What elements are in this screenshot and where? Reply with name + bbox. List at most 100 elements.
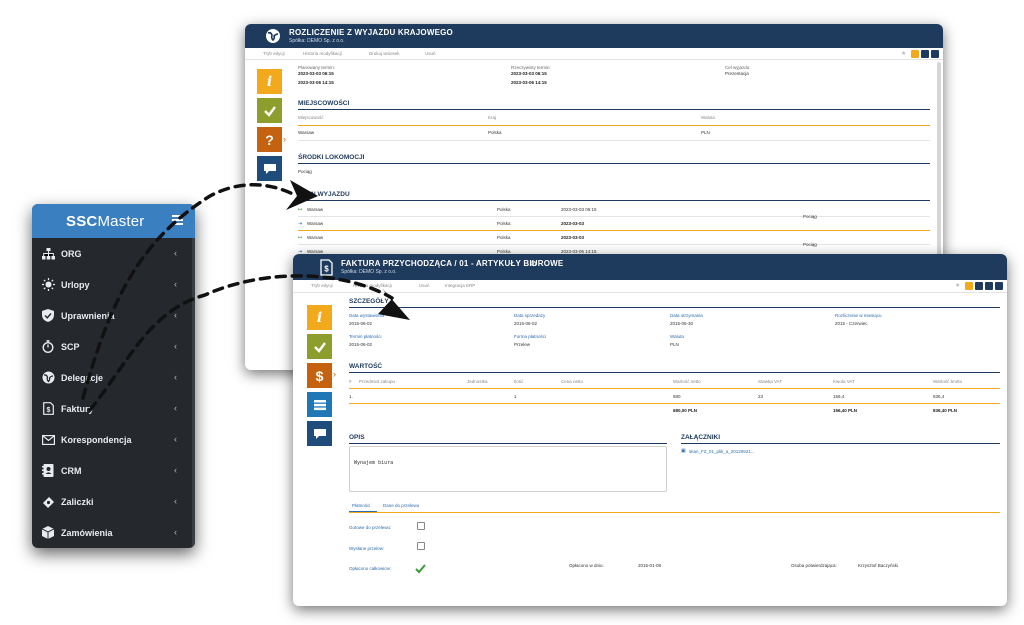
route-row-place: Warsaw — [307, 207, 324, 212]
question-tile[interactable]: ? — [257, 127, 282, 152]
transfer-sent-label: Wysłane przelew: — [349, 546, 385, 551]
print-icon[interactable] — [931, 50, 939, 58]
route-row-mode: Pociąg — [803, 242, 817, 247]
sidebar-item-label: SCP — [61, 341, 80, 352]
hamburger-menu-icon[interactable] — [172, 215, 183, 227]
star-icon[interactable]: ★ — [955, 282, 963, 290]
info-tile[interactable]: i — [307, 305, 332, 330]
tabs-line — [349, 512, 1000, 513]
route-row-date: 2023-03-03 — [561, 235, 585, 240]
trip-window-toolbar: Tryb edycji Historia modyfikacji Drukuj … — [245, 48, 943, 60]
route-row-country: Polska — [497, 235, 511, 240]
issue-date-value: 2015-06-02 — [349, 321, 373, 326]
planned-term-start: 2023-03-03 06:15 — [298, 71, 334, 76]
table-icon — [313, 399, 326, 410]
sidebar-item-label: Faktury — [61, 403, 94, 414]
list-icon[interactable] — [975, 282, 983, 290]
comments-tile[interactable] — [257, 156, 282, 181]
trip-toolbar-actions: ★ — [901, 50, 939, 58]
fully-paid-label: Opłacono całkowicie: — [349, 566, 392, 571]
info-tile[interactable]: i — [257, 69, 282, 94]
sidebar-item-zamowienia[interactable]: Zamówienia ‹ — [32, 517, 195, 548]
chevron-left-icon: ‹ — [174, 248, 177, 258]
route-start-icon: ↦ — [298, 207, 303, 213]
receive-date-label: Data otrzymania — [670, 313, 703, 318]
sidebar-item-scp[interactable]: SCP ‹ — [32, 331, 195, 362]
trip-window-company: Spółka: DEMO Sp. z o.o. — [289, 38, 345, 44]
places-divider — [298, 109, 930, 110]
erp-integration-button[interactable]: Integracja ERP — [445, 283, 475, 288]
sidebar-item-faktury[interactable]: $ Faktury ‹ — [32, 393, 195, 424]
sidebar-item-uprawnienia[interactable]: Uprawnienia ‹ — [32, 300, 195, 331]
edit-mode-button[interactable]: Tryb edycji — [263, 51, 285, 56]
trip-window-header: ROZLICZENIE Z WYJAZDU KRAJOWEGO Spółka: … — [245, 24, 943, 48]
approve-tile[interactable] — [257, 98, 282, 123]
tab-payments[interactable]: Płatności — [352, 503, 370, 508]
edit-mode-button[interactable]: Tryb edycji — [311, 283, 333, 288]
transfer-sent-checkbox[interactable] — [417, 542, 425, 550]
sidebar-item-label: Uprawnienia — [61, 310, 115, 321]
sidebar-item-delegacje[interactable]: Delegacje ‹ — [32, 362, 195, 393]
planned-term-label: Planowany termin: — [298, 65, 336, 70]
brand-header: SSCMaster — [32, 204, 195, 238]
sidebar-item-label: Zaliczki — [61, 496, 94, 507]
sidebar-item-label: ORG — [61, 248, 82, 259]
sale-date-label: Data sprzedaży — [514, 313, 546, 318]
sidebar-item-crm[interactable]: CRM ‹ — [32, 455, 195, 486]
layout-icon[interactable] — [911, 50, 919, 58]
sidebar-item-org[interactable]: ORG ‹ — [32, 238, 195, 269]
list-icon[interactable] — [921, 50, 929, 58]
sidebar-item-korespondencja[interactable]: Korespondencja ‹ — [32, 424, 195, 455]
check-icon[interactable] — [415, 561, 426, 579]
value-row-net-value: 680 — [673, 394, 681, 399]
receive-date-value: 2015-06-30 — [670, 321, 694, 326]
approve-tile[interactable] — [307, 334, 332, 359]
places-row-country: Polska — [488, 130, 502, 135]
currency-value: PLN — [670, 342, 679, 347]
invoice-window: $ FAKTURA PRZYCHODZĄCA / 01 - ARTYKUŁY B… — [293, 254, 1007, 606]
sidebar-scrollbar[interactable] — [192, 238, 195, 548]
chevron-left-icon: ‹ — [174, 403, 177, 413]
places-header-line — [298, 125, 930, 126]
history-button[interactable]: Historia modyfikacji — [303, 51, 342, 56]
comment-icon — [313, 428, 326, 439]
route-row-place: Warsaw — [307, 221, 324, 226]
brand-logo[interactable]: SSCMaster — [66, 213, 145, 230]
payment-due-label: Termin płatności — [349, 334, 382, 339]
layout-icon[interactable] — [965, 282, 973, 290]
sidebar-item-label: CRM — [61, 465, 82, 476]
payment-tile[interactable]: $ — [307, 363, 332, 388]
places-row-currency: PLN — [701, 130, 710, 135]
items-tile[interactable] — [307, 392, 332, 417]
actual-term-end: 2023-03-06 14:15 — [511, 80, 547, 85]
check-icon — [263, 105, 276, 117]
print-request-button[interactable]: Drukuj wniosek — [369, 51, 400, 56]
print-icon[interactable] — [995, 282, 1003, 290]
currency-label: Waluta — [670, 334, 684, 339]
delete-button[interactable]: Usuń — [425, 51, 436, 56]
sidebar-item-urlopy[interactable]: Urlopy ‹ — [32, 269, 195, 300]
globe-icon — [41, 371, 55, 385]
details-divider — [349, 307, 1000, 308]
payment-form-label: Forma płatności — [514, 334, 547, 339]
description-textarea[interactable]: Wynajem biura — [349, 446, 667, 492]
paid-on-label: Opłacono w dniu: — [569, 563, 604, 568]
star-icon[interactable]: ★ — [901, 50, 909, 58]
history-button[interactable]: Historia modyfikacji — [353, 283, 392, 288]
attachment-link[interactable]: skan_FZ_01_plik_a_20120621... — [689, 449, 755, 454]
col-header-vat-amount: Kwota VAT — [833, 379, 855, 384]
comments-tile[interactable] — [307, 421, 332, 446]
trip-purpose-value: Prezentacja — [725, 71, 749, 76]
col-header-gross-value: Wartość brutto — [933, 379, 963, 384]
col-header-vat-rate: Stawka VAT — [758, 379, 783, 384]
chevron-left-icon: ‹ — [174, 434, 177, 444]
tab-transfer-data[interactable]: Dane do przelewu — [383, 503, 419, 508]
sidebar-item-zaliczki[interactable]: Zaliczki ‹ — [32, 486, 195, 517]
copy-icon[interactable] — [985, 282, 993, 290]
col-header-item: Przedmiot zakupu — [359, 379, 396, 384]
transport-value: Pociąg — [298, 169, 312, 174]
ready-for-transfer-checkbox[interactable] — [417, 522, 425, 530]
delete-button[interactable]: Usuń — [419, 283, 430, 288]
actual-term-start: 2023-03-03 06:15 — [511, 71, 547, 76]
places-row-city: Warsaw — [298, 130, 315, 135]
